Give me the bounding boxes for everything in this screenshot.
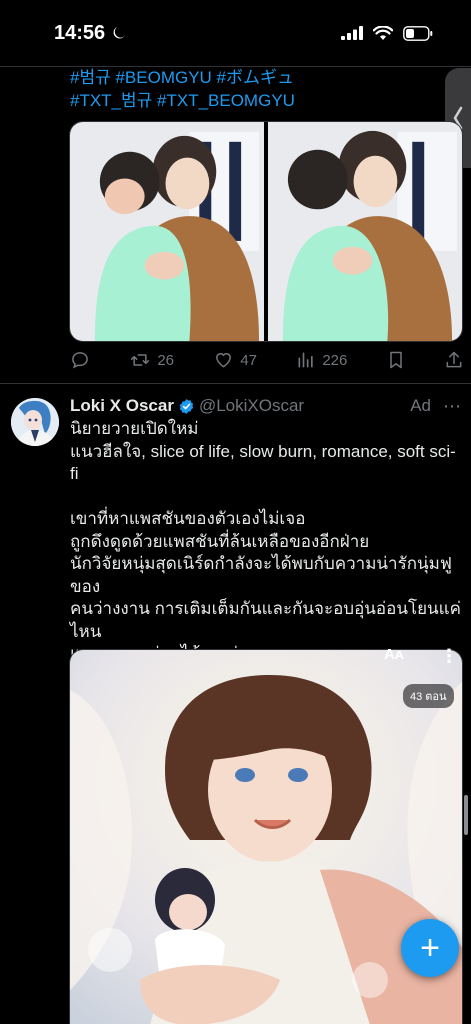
tweet-actions: 26 47 226 [70, 348, 464, 372]
more-options-icon[interactable]: ⋯ [443, 396, 462, 417]
tweet-media-grid[interactable] [69, 121, 463, 342]
signal-icon [341, 26, 363, 40]
compose-tweet-button[interactable]: + [401, 919, 459, 977]
plus-icon: + [420, 928, 440, 967]
tweet-header: Loki X Oscar @LokiXOscar Ad ⋯ [70, 394, 462, 418]
tweet-text-line: คนว่างงาน การเติมเต็มกันและกันจะอบอุ่นอ่… [70, 599, 461, 618]
reply-icon [72, 352, 88, 369]
retweet-icon [131, 354, 150, 366]
like-button[interactable]: 47 [213, 350, 257, 370]
wifi-icon [373, 25, 393, 40]
share-button[interactable] [444, 350, 464, 370]
episode-count-badge: 43 ตอน [403, 684, 454, 708]
kebab-menu-icon[interactable]: ⋮ [440, 646, 458, 667]
reply-button[interactable] [70, 350, 90, 370]
tweet-text: นิยายวายเปิดใหม่ แนวฮีลใจ, slice of life… [70, 418, 462, 666]
tweet-text-line: เขาที่หาแพสชันของตัวเองไม่เจอ [70, 509, 306, 528]
moon-icon [113, 27, 126, 39]
text-size-toggle[interactable]: Aᴀ [384, 646, 404, 663]
view-count: 226 [322, 351, 348, 369]
divider [0, 383, 471, 384]
retweet-button[interactable]: 26 [129, 350, 174, 370]
scrollbar[interactable] [464, 795, 468, 835]
avatar[interactable] [11, 398, 59, 446]
ad-image[interactable] [69, 649, 463, 1024]
author-name[interactable]: Loki X Oscar [70, 396, 174, 416]
views-button[interactable]: 226 [296, 350, 347, 370]
tweet-text-line: แนวฮีลใจ, slice of life, slow burn, roma… [70, 441, 456, 461]
status-time: 14:56 [54, 22, 127, 45]
hashtag-line[interactable]: #TXT_범규 #TXT_BEOMGYU [70, 89, 440, 112]
author-handle[interactable]: @LokiXOscar [199, 396, 304, 416]
tweet-photo[interactable] [70, 122, 264, 341]
views-icon [298, 352, 313, 368]
battery-icon [403, 25, 433, 41]
tweet-text-line: ถูกดึงดูดด้วยแพสชันที่ล้นเหลือของอีกฝ่าย [70, 531, 370, 551]
tweet-text-line: fi [70, 464, 79, 483]
tweet-text-line: ไหน [70, 621, 102, 641]
bookmark-icon [389, 351, 402, 369]
hashtag-line[interactable]: #범규 #BEOMGYU #ボムギュ [70, 66, 440, 89]
share-icon [446, 351, 462, 368]
ad-label: Ad [410, 396, 431, 415]
clock-label: 14:56 [54, 21, 106, 44]
bookmark-button[interactable] [387, 350, 405, 370]
heart-icon [216, 353, 232, 368]
like-count: 47 [240, 351, 257, 369]
retweet-count: 26 [157, 351, 174, 369]
status-bar: 14:56 [0, 0, 471, 66]
hashtags[interactable]: #범규 #BEOMGYU #ボムギュ #TXT_범규 #TXT_BEOMGYU [70, 66, 440, 112]
tweet-photo[interactable] [268, 122, 462, 341]
tweet-text-line: นิยายวายเปิดใหม่ [70, 419, 199, 438]
status-icons [341, 25, 433, 41]
tweet-text-line: นักวิจัยหนุ่มสุดเนิร์ดกำลังจะได้พบกับควา… [70, 554, 452, 596]
verified-badge-icon [178, 398, 195, 415]
